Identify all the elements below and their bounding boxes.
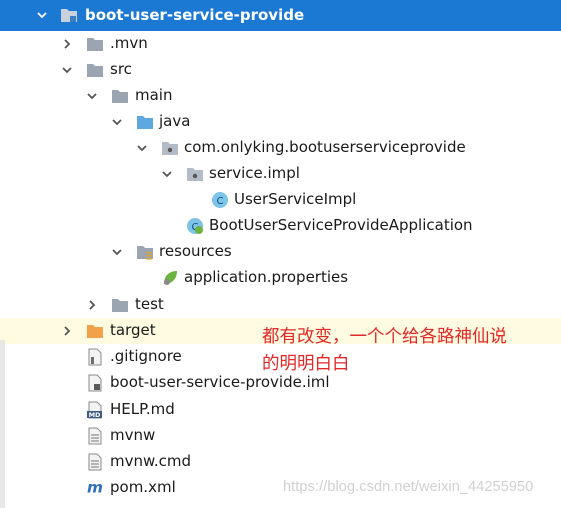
svg-text:m: m bbox=[87, 478, 103, 496]
chevron-right-icon[interactable] bbox=[57, 34, 77, 54]
watermark: https://blog.csdn.net/weixin_44255950 bbox=[283, 479, 534, 495]
text-file-icon bbox=[86, 453, 104, 471]
iml-file-icon bbox=[86, 374, 104, 392]
tree-item-label: mvnw.cmd bbox=[110, 452, 192, 470]
tree-item-src[interactable]: src bbox=[0, 57, 561, 83]
folder-icon bbox=[86, 61, 104, 79]
module-folder-icon bbox=[60, 6, 78, 24]
tree-item-label: main bbox=[135, 86, 173, 104]
svg-text:C: C bbox=[217, 196, 224, 207]
tree-item-help-md[interactable]: MD HELP.md bbox=[0, 397, 561, 423]
tree-item-label: .mvn bbox=[110, 34, 148, 52]
chevron-down-icon[interactable] bbox=[107, 112, 127, 132]
tree-item-application-properties[interactable]: application.properties bbox=[0, 265, 561, 291]
left-gutter bbox=[0, 340, 5, 508]
maven-icon: m bbox=[86, 478, 104, 496]
tree-item-label: BootUserServiceProvideApplication bbox=[209, 216, 473, 234]
tree-item-resources[interactable]: resources bbox=[0, 239, 561, 265]
tree-item-java[interactable]: java bbox=[0, 109, 561, 135]
tree-item-label: java bbox=[159, 112, 191, 130]
tree-item-label: service.impl bbox=[209, 164, 300, 182]
folder-icon bbox=[111, 87, 129, 105]
resources-folder-icon bbox=[136, 243, 154, 261]
source-folder-icon bbox=[136, 113, 154, 131]
svg-text:MD: MD bbox=[89, 411, 101, 419]
spring-boot-class-icon: C bbox=[186, 217, 204, 235]
chevron-down-icon[interactable] bbox=[132, 138, 152, 158]
tree-item-label: application.properties bbox=[184, 268, 349, 286]
excluded-folder-icon bbox=[86, 322, 104, 340]
tree-item-label: HELP.md bbox=[110, 400, 175, 418]
tree-item-package-root[interactable]: com.onlyking.bootuserserviceprovide bbox=[0, 135, 561, 161]
tree-item-test[interactable]: test bbox=[0, 292, 561, 318]
project-tree: boot-user-service-provide .mvn src main bbox=[0, 0, 561, 508]
class-icon: C bbox=[211, 191, 229, 209]
tree-item-mvnw-cmd[interactable]: mvnw.cmd bbox=[0, 449, 561, 475]
tree-item-main[interactable]: main bbox=[0, 83, 561, 109]
annotation-line-1: 都有改变，一个个给各路神仙说 bbox=[262, 327, 507, 347]
tree-item-label: test bbox=[135, 295, 164, 313]
tree-item-label: .gitignore bbox=[110, 347, 182, 365]
folder-icon bbox=[111, 296, 129, 314]
tree-item-service-impl[interactable]: service.impl bbox=[0, 161, 561, 187]
tree-item-label: UserServiceImpl bbox=[234, 190, 357, 208]
annotation-text: 都有改变，一个个给各路神仙说 的明明白白 bbox=[262, 324, 558, 378]
spring-properties-icon bbox=[161, 269, 179, 287]
package-icon bbox=[186, 165, 204, 183]
chevron-right-icon[interactable] bbox=[57, 321, 77, 341]
tree-item-label: target bbox=[110, 321, 156, 339]
chevron-right-icon[interactable] bbox=[82, 295, 102, 315]
markdown-file-icon: MD bbox=[86, 401, 104, 419]
chevron-down-icon[interactable] bbox=[82, 86, 102, 106]
tree-item-label: com.onlyking.bootuserserviceprovide bbox=[184, 138, 466, 156]
chevron-down-icon[interactable] bbox=[157, 164, 177, 184]
package-icon bbox=[161, 139, 179, 157]
text-file-icon bbox=[86, 427, 104, 445]
chevron-down-icon[interactable] bbox=[32, 5, 52, 25]
tree-item-user-service-impl[interactable]: C UserServiceImpl bbox=[0, 187, 561, 213]
tree-item-root[interactable]: boot-user-service-provide bbox=[0, 0, 561, 31]
file-icon bbox=[86, 348, 104, 366]
annotation-line-2: 的明明白白 bbox=[262, 354, 350, 374]
tree-item-label: pom.xml bbox=[110, 478, 176, 496]
tree-item-label: resources bbox=[159, 242, 232, 260]
tree-item-label: boot-user-service-provide bbox=[85, 6, 305, 24]
tree-item-label: src bbox=[110, 60, 132, 78]
tree-item-mvnw[interactable]: mvnw bbox=[0, 423, 561, 449]
folder-icon bbox=[86, 35, 104, 53]
tree-item-application-class[interactable]: C BootUserServiceProvideApplication bbox=[0, 213, 561, 239]
chevron-down-icon[interactable] bbox=[57, 60, 77, 80]
tree-item-mvn[interactable]: .mvn bbox=[0, 31, 561, 57]
chevron-down-icon[interactable] bbox=[107, 242, 127, 262]
tree-item-label: mvnw bbox=[110, 426, 156, 444]
